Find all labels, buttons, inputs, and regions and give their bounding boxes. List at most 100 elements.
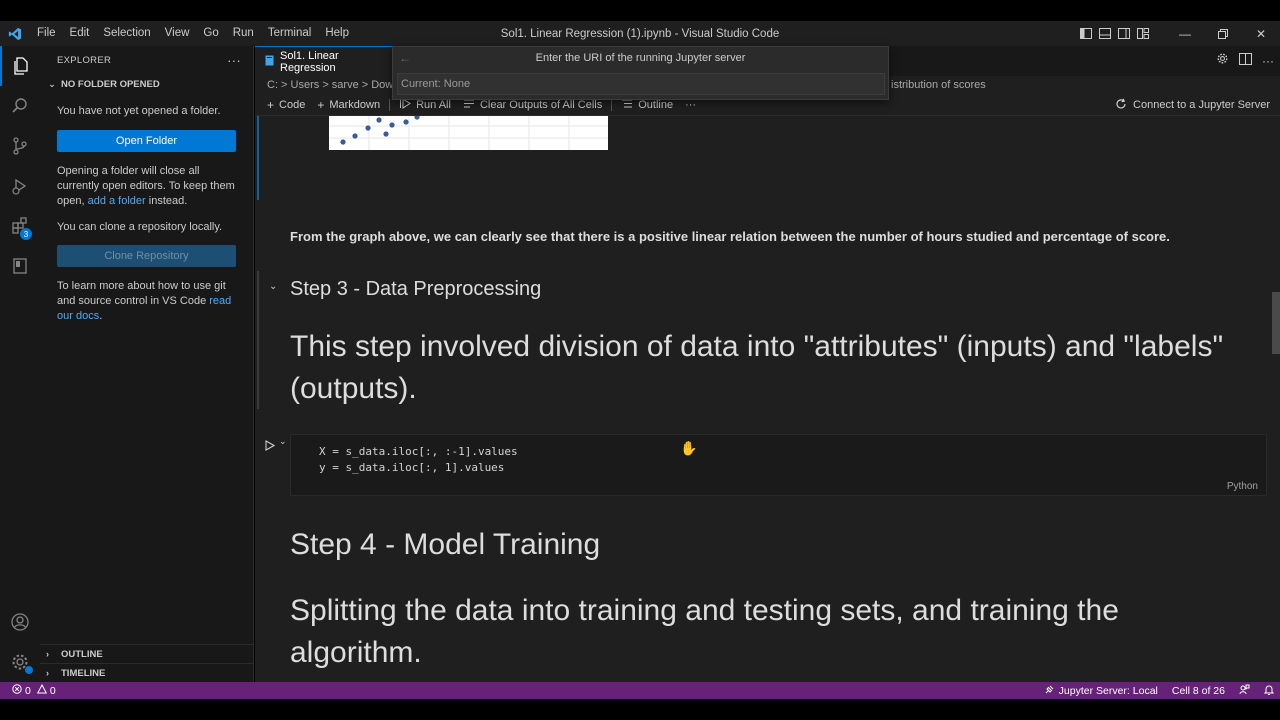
jupyter-uri-input[interactable]: Current: None [397, 73, 885, 95]
plug-icon [1045, 684, 1055, 697]
more-actions-icon[interactable]: ··· [227, 53, 241, 68]
settings-gear-icon[interactable] [1216, 52, 1229, 70]
jupyter-uri-quick-input: ← Enter the URI of the running Jupyter s… [392, 46, 889, 100]
plus-icon: + [317, 97, 325, 112]
cell-focus-indicator [257, 116, 259, 200]
add-code-cell-button[interactable]: + Code [261, 98, 311, 112]
quick-input-title: Enter the URI of the running Jupyter ser… [535, 52, 746, 64]
scatter-point [365, 125, 371, 131]
toggle-primary-sidebar-icon[interactable] [1077, 21, 1095, 46]
code-cell[interactable]: X = s_data.iloc[:, :-1].values y = s_dat… [290, 434, 1267, 496]
more-actions-icon[interactable]: ··· [1262, 54, 1274, 68]
cell-language-label[interactable]: Python [1227, 481, 1258, 492]
chevron-right-icon: › [46, 649, 49, 659]
breadcrumb-path[interactable]: C: > Users > sarve > Dow [267, 79, 393, 91]
menu-run[interactable]: Run [226, 21, 261, 46]
explorer-icon[interactable] [0, 46, 40, 86]
code-line-1: X = s_data.iloc[:, :-1].values [319, 445, 518, 458]
toolbar-more-button[interactable]: ··· [679, 99, 702, 111]
toolbar-separator [611, 98, 613, 111]
timeline-section[interactable]: › TIMELINE [40, 663, 253, 682]
notebook-content: From the graph above, we can clearly see… [255, 114, 1280, 682]
no-folder-section[interactable]: ⌄ NO FOLDER OPENED [40, 74, 253, 94]
activity-bar: 3 [0, 46, 40, 682]
add-code-label: Code [279, 98, 306, 111]
scatter-point [389, 122, 395, 128]
feedback-icon[interactable] [1239, 684, 1250, 698]
menu-terminal[interactable]: Terminal [261, 21, 318, 46]
minimize-icon[interactable]: — [1166, 21, 1204, 46]
close-editors-text-1: Opening a folder will close all currentl… [57, 165, 235, 207]
add-markdown-cell-button[interactable]: + Markdown [311, 98, 386, 112]
tab-label: Sol1. Linear Regression [280, 49, 339, 74]
add-folder-link[interactable]: add a folder [88, 195, 146, 207]
account-icon[interactable] [0, 602, 40, 642]
step4-heading: Step 4 - Model Training [290, 528, 601, 561]
problems-indicator[interactable]: 0 0 [0, 683, 56, 697]
step3-description: This step involved division of data into… [290, 330, 1224, 405]
outline-label: Outline [638, 98, 674, 111]
scatter-point [383, 131, 389, 137]
sidebar-title: EXPLORER [57, 54, 112, 66]
learn-text-end: . [99, 310, 103, 322]
connect-jupyter-server-button[interactable]: Connect to a Jupyter Server [1115, 94, 1270, 116]
status-bar: 0 0 Jupyter Server: Local Cell 8 of 26 [0, 682, 1280, 699]
split-editor-icon[interactable] [1239, 52, 1252, 70]
outline-section[interactable]: › OUTLINE [40, 644, 253, 663]
editor-scrollbar[interactable] [1272, 292, 1280, 354]
breadcrumb-current[interactable]: istribution of scores [891, 79, 986, 91]
jupyter-server-label: Jupyter Server: Local [1058, 684, 1158, 697]
jupyter-server-status[interactable]: Jupyter Server: Local [1045, 684, 1158, 697]
menu-file[interactable]: File [30, 21, 63, 46]
notebook-file-icon [265, 55, 274, 69]
add-markdown-label: Markdown [329, 98, 381, 111]
outline-label: OUTLINE [61, 648, 103, 660]
clone-repository-button[interactable]: Clone Repository [57, 245, 236, 267]
tab-notebook[interactable]: Sol1. Linear Regression [255, 46, 397, 76]
close-editors-text: Opening a folder will close all currentl… [40, 164, 253, 209]
restore-icon[interactable] [1204, 21, 1242, 46]
explorer-sidebar: EXPLORER ··· ⌄ NO FOLDER OPENED You have… [40, 46, 254, 682]
close-window-icon[interactable]: ✕ [1242, 21, 1280, 46]
chevron-right-icon: › [46, 668, 49, 678]
scatter-point [403, 119, 409, 125]
scatter-plot-output [329, 114, 608, 150]
clear-outputs-label: Clear Outputs of All Cells [479, 98, 603, 111]
back-arrow-icon[interactable]: ← [399, 51, 411, 65]
run-cell-icon[interactable] [264, 438, 276, 456]
scatter-point [352, 133, 358, 139]
refresh-icon [1115, 98, 1127, 113]
menu-view[interactable]: View [158, 21, 197, 46]
hand-cursor-icon: ✋ [680, 440, 698, 456]
execute-options-chevron-icon[interactable]: ⌄ [279, 436, 287, 447]
toggle-panel-icon[interactable] [1096, 21, 1114, 46]
cell-position[interactable]: Cell 8 of 26 [1172, 685, 1225, 697]
error-icon [12, 684, 22, 697]
customize-layout-icon[interactable] [1134, 21, 1152, 46]
vscode-logo-icon [0, 21, 30, 46]
collapse-chevron-icon[interactable]: ⌄ [269, 281, 277, 292]
connect-label: Connect to a Jupyter Server [1133, 99, 1270, 111]
search-icon[interactable] [0, 86, 40, 126]
section-title-no-folder: NO FOLDER OPENED [61, 78, 160, 90]
remote-explorer-icon[interactable] [0, 246, 40, 286]
clone-text: You can clone a repository locally. [57, 221, 223, 233]
cell-border [257, 271, 259, 409]
manage-gear-icon[interactable] [0, 642, 40, 682]
open-folder-button[interactable]: Open Folder [57, 130, 236, 152]
extensions-badge: 3 [20, 228, 32, 240]
plus-icon: + [267, 97, 275, 112]
toggle-secondary-sidebar-icon[interactable] [1115, 21, 1133, 46]
timeline-label: TIMELINE [61, 667, 106, 679]
no-folder-text: You have not yet opened a folder. [57, 105, 221, 117]
chevron-down-icon: ⌄ [48, 78, 56, 89]
menu-selection[interactable]: Selection [96, 21, 157, 46]
menu-edit[interactable]: Edit [63, 21, 97, 46]
notifications-bell-icon[interactable] [1263, 684, 1275, 698]
run-debug-icon[interactable] [0, 166, 40, 206]
source-control-icon[interactable] [0, 126, 40, 166]
extensions-icon[interactable]: 3 [0, 206, 40, 246]
menu-help[interactable]: Help [318, 21, 356, 46]
menu-go[interactable]: Go [196, 21, 225, 46]
manage-badge-dot [25, 666, 33, 674]
